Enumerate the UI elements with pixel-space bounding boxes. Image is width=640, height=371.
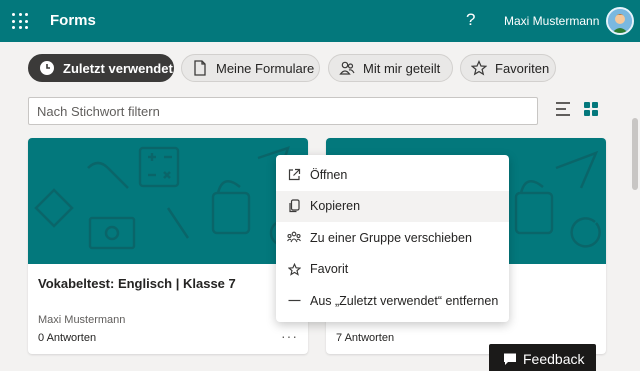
menu-item-copy[interactable]: Kopieren: [276, 190, 509, 222]
menu-item-favorite[interactable]: Favorit: [276, 254, 509, 286]
top-bar: Forms ? Maxi Mustermann: [0, 0, 640, 42]
document-icon: [192, 60, 208, 76]
filter-favorites-label: Favoriten: [495, 60, 550, 76]
menu-item-remove-recent-label: Aus „Zuletzt verwendet“ entfernen: [310, 293, 499, 308]
search-input[interactable]: [28, 97, 538, 125]
filter-my-forms-label: Meine Formulare: [216, 60, 315, 76]
feedback-button[interactable]: Feedback: [489, 344, 596, 371]
form-card-answers: 7 Antworten: [336, 332, 395, 344]
filter-my-forms[interactable]: Meine Formulare: [181, 54, 320, 82]
list-view-icon[interactable]: [556, 102, 572, 116]
app-launcher-icon[interactable]: [12, 13, 28, 29]
form-card-answers: 0 Antworten: [38, 332, 97, 344]
context-menu: Öffnen Kopieren Zu einer Gruppe verschie…: [276, 155, 509, 322]
menu-item-open-label: Öffnen: [310, 167, 348, 182]
filter-shared[interactable]: Mit mir geteilt: [328, 54, 453, 82]
clock-icon: [39, 60, 55, 76]
form-card-banner: [28, 138, 308, 264]
menu-item-favorite-label: Favorit: [310, 262, 349, 277]
people-icon: [339, 60, 355, 76]
form-card-title: Vokabeltest: Englisch | Klasse 7: [38, 276, 236, 291]
avatar[interactable]: [606, 7, 634, 35]
star-icon: [287, 262, 301, 276]
copy-icon: [287, 199, 301, 213]
form-card-owner: Maxi Mustermann: [38, 314, 126, 326]
feedback-label: Feedback: [523, 351, 585, 367]
more-options-icon[interactable]: ···: [281, 328, 298, 344]
scrollbar[interactable]: [632, 118, 638, 190]
open-external-icon: [287, 168, 301, 182]
star-icon: [471, 60, 487, 76]
menu-item-move-to-group[interactable]: Zu einer Gruppe verschieben: [276, 222, 509, 254]
menu-item-remove-recent[interactable]: Aus „Zuletzt verwendet“ entfernen: [276, 285, 509, 317]
app-title[interactable]: Forms: [50, 12, 96, 29]
menu-item-move-to-group-label: Zu einer Gruppe verschieben: [310, 230, 472, 245]
filter-recent[interactable]: Zuletzt verwendet: [28, 54, 174, 82]
filter-recent-label: Zuletzt verwendet: [63, 60, 173, 76]
filter-shared-label: Mit mir geteilt: [363, 60, 441, 76]
form-card[interactable]: Vokabeltest: Englisch | Klasse 7 Maxi Mu…: [28, 138, 308, 354]
group-move-icon: [287, 231, 301, 245]
menu-item-open[interactable]: Öffnen: [276, 159, 509, 191]
menu-item-copy-label: Kopieren: [310, 199, 361, 214]
feedback-icon: [503, 352, 517, 366]
user-name[interactable]: Maxi Mustermann: [504, 14, 599, 28]
remove-icon: [287, 294, 301, 308]
help-icon[interactable]: ?: [466, 10, 475, 30]
grid-view-icon[interactable]: [584, 102, 598, 116]
filter-favorites[interactable]: Favoriten: [460, 54, 556, 82]
